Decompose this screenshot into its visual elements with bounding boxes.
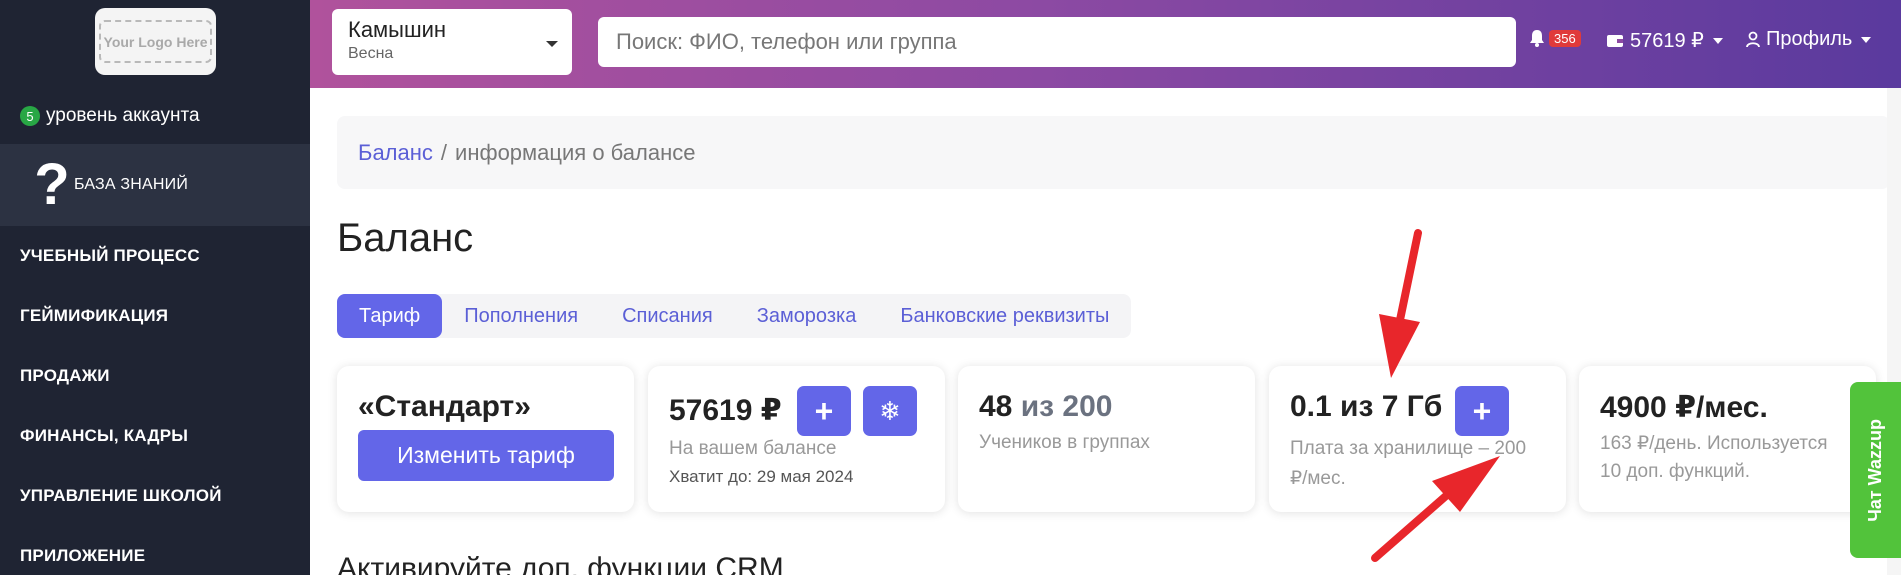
profile-label: Профиль [1766,28,1853,50]
sidebar-item-school-management[interactable]: УПРАВЛЕНИЕ ШКОЛОЙ [20,486,222,506]
top-up-button[interactable]: + [797,386,851,436]
tab-tariff[interactable]: Тариф [337,294,443,338]
profile-dropdown[interactable]: Профиль [1745,28,1872,51]
question-icon: ? [34,152,70,217]
branch-subtitle: Весна [348,45,394,62]
topbar: Камышин Весна 356 57619 ₽ Профиль [310,0,1901,88]
snowflake-icon: ❄ [879,395,901,426]
tab-top-ups[interactable]: Пополнения [442,294,600,338]
tariff-card: «Стандарт» Изменить тариф [337,366,634,512]
notifications-button[interactable]: 356 [1527,28,1581,48]
breadcrumb-link-balance[interactable]: Баланс [358,140,433,166]
wallet-dropdown[interactable]: 57619 ₽ [1606,28,1723,53]
students-limit: из 200 [1020,390,1113,423]
balance-label: На вашем балансе [669,438,837,459]
change-tariff-button[interactable]: Изменить тариф [358,430,614,481]
chevron-down-icon [1712,37,1723,44]
tab-charges[interactable]: Списания [600,294,735,338]
wazzup-label: Чат Wazzup [1865,418,1885,522]
level-badge: 5 [20,106,40,126]
balance-amount: 57619 ₽ [669,394,782,427]
students-card: 48 из 200 Учеников в группах [958,366,1255,512]
breadcrumb-separator: / [440,139,448,165]
students-count: 48 [979,390,1013,423]
sidebar-item-gamification[interactable]: ГЕЙМИФИКАЦИЯ [20,306,168,326]
tab-freeze[interactable]: Заморозка [735,294,879,338]
search-input[interactable] [598,17,1516,67]
branch-selector[interactable]: Камышин Весна [332,9,572,75]
bell-icon [1530,30,1544,47]
branch-name: Камышин [348,17,447,42]
sidebar-item-finance[interactable]: ФИНАНСЫ, КАДРЫ [20,426,188,446]
plus-icon: + [1472,392,1492,429]
monthly-fee-line1: 163 ₽/день. Используется [1600,433,1828,454]
breadcrumb: Баланс / информация о балансе [337,116,1890,189]
notification-count: 356 [1549,29,1581,47]
account-level[interactable]: 5 уровень аккаунта [20,105,200,127]
knowledge-base-label: БАЗА ЗНАНИЙ [74,176,189,193]
monthly-fee-card: 4900 ₽/мес. 163 ₽/день. Используется 10 … [1579,366,1876,512]
user-icon [1746,31,1760,47]
wallet-amount: 57619 ₽ [1630,30,1704,52]
sidebar: Your Logo Here 5 уровень аккаунта ? БАЗА… [0,0,310,575]
freeze-button[interactable]: ❄ [863,386,917,436]
knowledge-base-item[interactable]: ? БАЗА ЗНАНИЙ [0,144,310,226]
sidebar-item-learning[interactable]: УЧЕБНЫЙ ПРОЦЕСС [20,246,200,266]
balance-until: Хватит до: 29 мая 2024 [669,467,854,486]
logo[interactable]: Your Logo Here [95,8,216,75]
chevron-down-icon [1861,36,1872,43]
level-label: уровень аккаунта [46,105,200,126]
plus-icon: + [814,392,834,429]
logo-text: Your Logo Here [99,20,212,63]
monthly-fee-line2: 10 доп. функций. [1600,461,1751,482]
tab-bank-details[interactable]: Банковские реквизиты [878,294,1131,338]
chevron-down-icon [546,41,558,47]
sidebar-item-sales[interactable]: ПРОДАЖИ [20,366,110,386]
monthly-fee: 4900 ₽/мес. [1600,391,1768,424]
storage-fee-line1: Плата за хранилище – 200 [1290,438,1527,459]
storage-card: 0.1 из 7 Гб + Плата за хранилище – 200 ₽… [1269,366,1566,512]
annotation-arrow-down [1379,229,1422,378]
breadcrumb-current: информация о балансе [455,139,696,165]
wazzup-chat-button[interactable]: Чат Wazzup [1850,382,1901,558]
page-title: Баланс [337,216,474,260]
section-title: Активируйте доп. функции CRM [337,552,784,575]
balance-card: 57619 ₽ + ❄ На вашем балансе Хватит до: … [648,366,945,512]
storage-fee-line2: ₽/мес. [1290,468,1346,489]
storage-usage: 0.1 из 7 Гб [1290,390,1443,423]
wallet-icon [1607,34,1623,47]
add-storage-button[interactable]: + [1455,386,1509,436]
tariff-name: «Стандарт» [358,390,531,423]
students-label: Учеников в группах [979,432,1150,453]
sidebar-item-app[interactable]: ПРИЛОЖЕНИЕ [20,546,145,566]
tab-bar: Тариф Пополнения Списания Заморозка Банк… [337,294,1132,338]
